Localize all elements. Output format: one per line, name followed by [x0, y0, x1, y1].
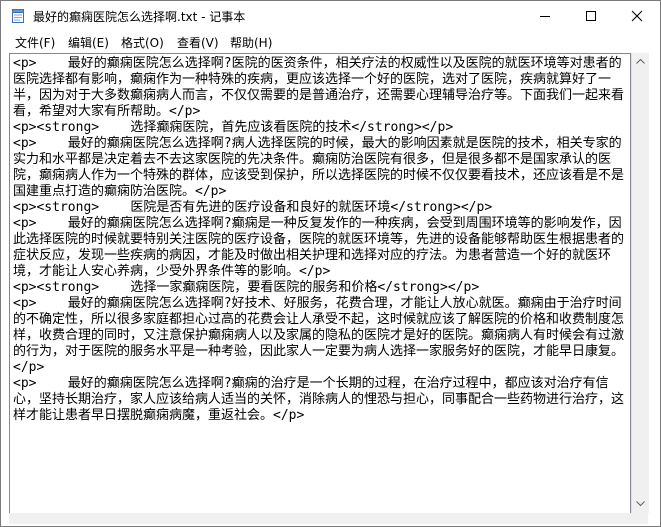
menu-format[interactable]: 格式(O)	[121, 34, 164, 51]
chevron-down-icon	[636, 501, 645, 507]
title-bar[interactable]: 最好的癫痫医院怎么选择啊.txt - 记事本	[1, 1, 660, 31]
text-editor-area[interactable]: <p> 最好的癫痫医院怎么选择啊?医院的医资条件，相关疗法的权威性以及医院的就医…	[9, 53, 631, 515]
maximize-icon	[586, 11, 596, 21]
maximize-button[interactable]	[568, 1, 614, 31]
menu-view[interactable]: 查看(V)	[177, 34, 219, 51]
close-icon	[631, 10, 643, 22]
close-button[interactable]	[614, 1, 660, 31]
vertical-scrollbar[interactable]	[631, 53, 649, 513]
window-title: 最好的癫痫医院怎么选择啊.txt - 记事本	[33, 10, 246, 24]
notepad-icon	[10, 8, 26, 24]
menu-bar: 文件(F) 编辑(E) 格式(O) 查看(V) 帮助(H)	[1, 31, 660, 52]
minimize-button[interactable]	[522, 1, 568, 31]
menu-file[interactable]: 文件(F)	[15, 34, 55, 51]
scroll-down-button[interactable]	[632, 496, 649, 513]
document-text[interactable]: <p> 最好的癫痫医院怎么选择啊?医院的医资条件，相关疗法的权威性以及医院的就医…	[13, 56, 625, 424]
horizontal-scrollbar-area	[9, 513, 648, 524]
scroll-up-button[interactable]	[632, 53, 649, 70]
menu-edit[interactable]: 编辑(E)	[68, 34, 109, 51]
minimize-icon	[540, 16, 550, 17]
chevron-up-icon	[636, 58, 645, 64]
menu-help[interactable]: 帮助(H)	[230, 34, 272, 51]
